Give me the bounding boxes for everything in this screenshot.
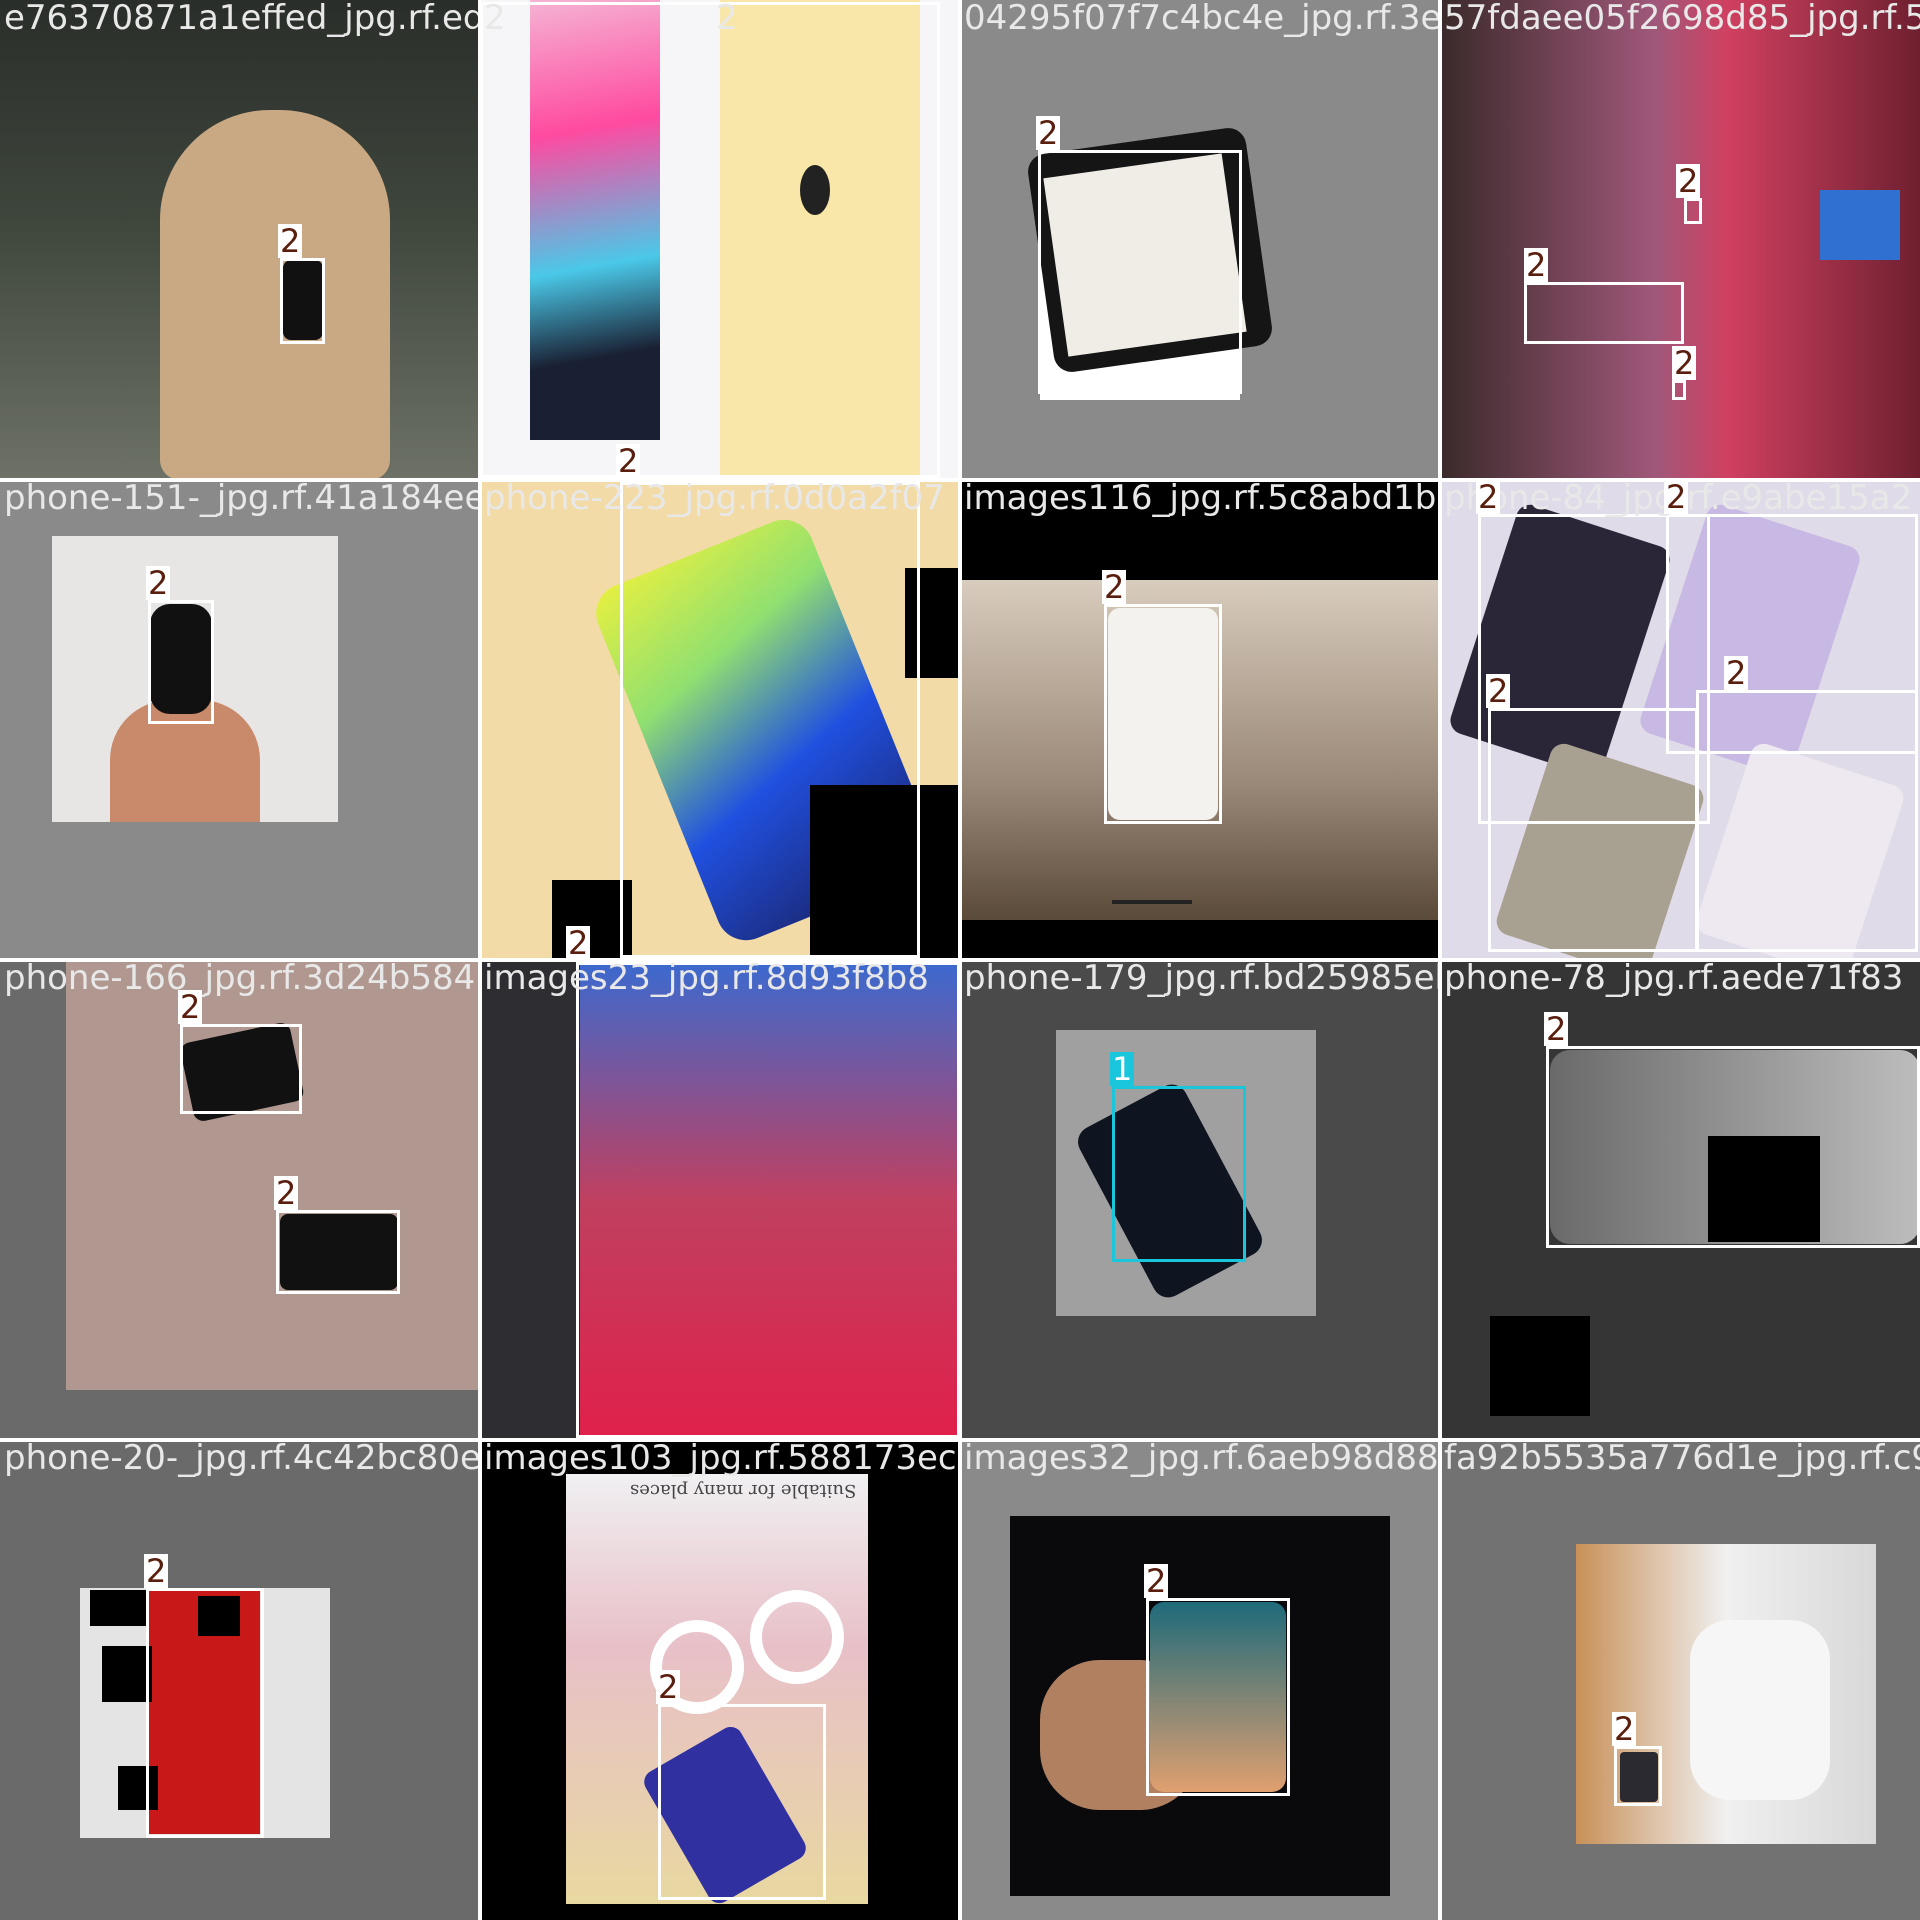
- box-class-label: 2: [178, 988, 203, 1026]
- box-class-label: 2: [1672, 344, 1697, 382]
- tile-caption: phone-179_jpg.rf.bd25985eb: [964, 960, 1440, 998]
- bounding-box: [1104, 604, 1222, 824]
- cutout: [90, 1590, 146, 1626]
- tile-8: phone-166_jpg.rf.3d24b584 2 2: [0, 960, 480, 1440]
- grid-line: [0, 478, 1920, 482]
- bounding-box: [1524, 282, 1684, 344]
- tile-caption: fa92b5535a776d1e_jpg.rf.c9: [1444, 1440, 1920, 1478]
- tile-14: images32_jpg.rf.6aeb98d88 2: [960, 1440, 1440, 1920]
- tile-11: phone-78_jpg.rf.aede71f83 2: [1440, 960, 1920, 1440]
- bounding-box: [1614, 1746, 1662, 1806]
- tile-2: 04295f07f7c4bc4e_jpg.rf.3e 2: [960, 0, 1440, 480]
- tile-7: phone-84_jpg.rf.e9abe15a2 2 2 2 2: [1440, 480, 1920, 960]
- bounding-box: [658, 1704, 826, 1900]
- ad-heading: Suitable for many places: [630, 1480, 857, 1501]
- box-class-label: 2: [1036, 114, 1061, 152]
- bounding-box: [1038, 150, 1242, 394]
- tile-caption: e7637087​1a1effed_jpg.rf.ed: [4, 0, 480, 38]
- tile-12: phone-20-_jpg.rf.4c42bc80e 2: [0, 1440, 480, 1920]
- box-class-label: 2: [566, 924, 591, 960]
- tile-caption: images103_jpg.rf.588173ec0: [484, 1440, 960, 1478]
- tile-caption: 2: [484, 0, 506, 38]
- box-class-label: 2: [274, 1174, 299, 1212]
- bounding-box: [180, 1024, 302, 1114]
- stained-glass: [1820, 190, 1900, 260]
- grid-line: [0, 958, 1920, 962]
- bounding-box: [480, 2, 940, 478]
- box-class-label: 2: [616, 442, 641, 480]
- tile-10: phone-179_jpg.rf.bd25985eb 1: [960, 960, 1440, 1440]
- box-class-label: 2: [1544, 1010, 1569, 1048]
- tile-13: Suitable for many places images103_jpg.r…: [480, 1440, 960, 1920]
- tile-caption: phone-223_jpg.rf.0d0a2f07: [484, 480, 945, 518]
- tile-caption-2: 2: [716, 0, 738, 38]
- bounding-box: [276, 1210, 400, 1294]
- tile-caption: images32_jpg.rf.6aeb98d88: [964, 1440, 1439, 1478]
- tile-caption: images116_jpg.rf.5c8abd1b5: [964, 480, 1440, 518]
- woman-figure: [160, 110, 390, 480]
- ring-light: [750, 1590, 844, 1684]
- bounding-box: [576, 962, 960, 1438]
- tile-caption: 57fdaee05f2698d85_jpg.rf.58: [1444, 0, 1920, 38]
- grid-line: [0, 1438, 1920, 1442]
- bounding-box: [620, 482, 920, 958]
- tile-caption: phone-166_jpg.rf.3d24b584: [4, 960, 476, 998]
- cutout: [102, 1646, 152, 1702]
- bounding-box: [146, 1588, 264, 1838]
- bounding-box: [1488, 708, 1698, 952]
- box-class-label: 2: [1612, 1710, 1637, 1748]
- bounding-box: [280, 258, 325, 344]
- bounding-box: [1696, 690, 1918, 952]
- box-class-label: 2: [278, 222, 303, 260]
- tile-caption: phone-151-_jpg.rf.41a184ee: [4, 480, 480, 518]
- box-class-label: 2: [1724, 654, 1749, 692]
- person: [1690, 1620, 1830, 1800]
- bounding-box: [1672, 380, 1686, 400]
- box-class-label: 2: [1476, 480, 1501, 516]
- bounding-box: [1112, 1086, 1246, 1262]
- tile-1: 2 2 2: [480, 0, 960, 480]
- box-class-label: 2: [1486, 672, 1511, 710]
- box-class-label: 2: [1664, 480, 1689, 516]
- detection-mosaic: e7637087​1a1effed_jpg.rf.ed 2 2 2 2 0429…: [0, 0, 1920, 1920]
- cutout: [1490, 1316, 1590, 1416]
- box-class-label: 2: [656, 1668, 681, 1706]
- box-class-label: 2: [1102, 568, 1127, 606]
- tile-caption: images23_jpg.rf.8d93f8b8: [484, 960, 929, 998]
- bounding-box: [148, 600, 214, 724]
- tripod: [1112, 820, 1192, 904]
- tile-6: images116_jpg.rf.5c8abd1b5 2: [960, 480, 1440, 960]
- tile-0: e7637087​1a1effed_jpg.rf.ed 2: [0, 0, 480, 480]
- box-class-label: 2: [144, 1552, 169, 1590]
- tile-caption: phone-78_jpg.rf.aede71f83: [1444, 960, 1904, 998]
- tile-9: images23_jpg.rf.8d93f8b8 2: [480, 960, 960, 1440]
- tile-15: fa92b5535a776d1e_jpg.rf.c9 2: [1440, 1440, 1920, 1920]
- box-class-label: 1: [1110, 1050, 1135, 1088]
- box-class-label: 2: [146, 564, 171, 602]
- tile-5: phone-223_jpg.rf.0d0a2f07 2: [480, 480, 960, 960]
- tile-3: 57fdaee05f2698d85_jpg.rf.58 2 2 2: [1440, 0, 1920, 480]
- bounding-box: [1684, 198, 1702, 224]
- box-class-label: 2: [1524, 246, 1549, 284]
- box-class-label: 2: [1676, 162, 1701, 200]
- tile-caption: 04295f07f7c4bc4e_jpg.rf.3e: [964, 0, 1440, 38]
- tile-4: phone-151-_jpg.rf.41a184ee 2: [0, 480, 480, 960]
- box-class-label: 2: [1144, 1562, 1169, 1600]
- bounding-box: [1546, 1046, 1920, 1248]
- tile-caption: phone-20-_jpg.rf.4c42bc80e: [4, 1440, 480, 1478]
- bounding-box: [1146, 1598, 1290, 1796]
